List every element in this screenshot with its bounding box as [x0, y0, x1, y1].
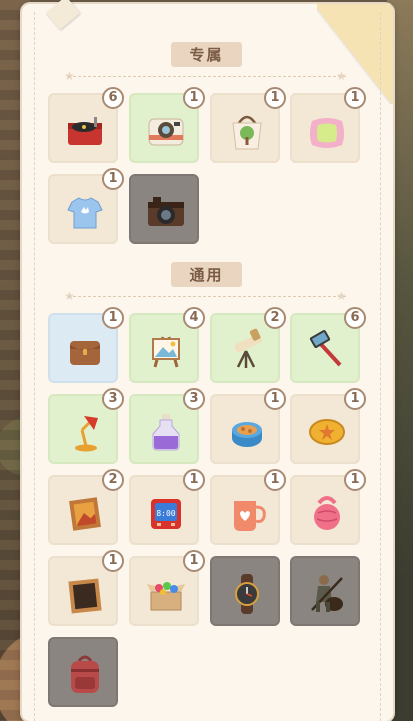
item-slot-backpack[interactable]: [48, 637, 118, 707]
item-slot-heart-mug[interactable]: 1: [210, 469, 286, 545]
item-count-badge: 1: [344, 469, 366, 491]
easel-icon: [152, 336, 180, 368]
section-title-exclusive: 专属: [0, 42, 413, 67]
section-divider: [68, 296, 346, 297]
item-count-badge: 3: [102, 388, 124, 410]
wristwatch-icon: [235, 574, 259, 614]
backpack-icon: [71, 655, 99, 693]
pillow-icon: [310, 118, 344, 148]
item-slot-instant-camera[interactable]: 1: [129, 87, 205, 163]
item-slot-tote-bag[interactable]: 1: [210, 87, 286, 163]
tote-bag-icon: [232, 115, 262, 150]
cookie-tin-icon: [232, 422, 262, 447]
item-slot-kettlebell[interactable]: 1: [290, 469, 366, 545]
instant-camera-icon: [148, 118, 184, 146]
leather-pouch-icon: [70, 341, 100, 365]
star-icon: ★: [336, 69, 347, 83]
item-count-badge: 3: [183, 388, 205, 410]
section-label: 专属: [171, 42, 242, 67]
desk-lamp-icon: [75, 416, 98, 452]
item-count-badge: 1: [344, 87, 366, 109]
item-count-badge: 1: [102, 307, 124, 329]
item-count-badge: 1: [183, 550, 205, 572]
coin-icon: [309, 419, 345, 445]
item-slot-candy-box[interactable]: 1: [129, 550, 205, 626]
chalkboard-icon: [68, 578, 102, 614]
section-title-general: 通用: [0, 262, 413, 287]
item-slot-digital-clock[interactable]: 8:00 1: [129, 469, 205, 545]
heart-mug-icon: [234, 501, 266, 531]
item-count-badge: 1: [183, 469, 205, 491]
item-slot-selfie-stick[interactable]: 6: [290, 307, 366, 383]
item-slot-pillow[interactable]: 1: [290, 87, 366, 163]
item-slot-leather-pouch[interactable]: 1: [48, 307, 124, 383]
item-count-badge: 2: [264, 307, 286, 329]
item-slot-record-player[interactable]: 6: [48, 87, 124, 163]
item-slot-vintage-camera[interactable]: [129, 174, 199, 244]
item-count-badge: 1: [102, 168, 124, 190]
item-slot-easel[interactable]: 4: [129, 307, 205, 383]
item-count-badge: 1: [344, 388, 366, 410]
item-slot-t-shirt[interactable]: 1: [48, 168, 124, 244]
potion-bottle-icon: [152, 414, 180, 451]
item-slot-telescope[interactable]: 2: [210, 307, 286, 383]
selfie-stick-icon: [309, 330, 342, 367]
item-count-badge: 1: [264, 87, 286, 109]
item-count-badge: 1: [264, 388, 286, 410]
item-slot-wristwatch[interactable]: [210, 556, 280, 626]
section-label: 通用: [171, 262, 242, 287]
item-slot-guitar-figure[interactable]: [290, 556, 360, 626]
item-count-badge: 6: [102, 87, 124, 109]
star-icon: ★: [336, 289, 347, 303]
item-count-badge: 4: [183, 307, 205, 329]
item-slot-chalkboard[interactable]: 1: [48, 550, 124, 626]
item-slot-picture-frame[interactable]: 2: [48, 469, 124, 545]
kettlebell-icon: [314, 496, 340, 530]
item-count-badge: 6: [344, 307, 366, 329]
svg-text:8:00: 8:00: [156, 509, 175, 518]
candy-box-icon: [147, 582, 185, 611]
item-slot-cookie-tin[interactable]: 1: [210, 388, 286, 464]
item-slot-coin[interactable]: 1: [290, 388, 366, 464]
section-divider: [68, 76, 346, 77]
item-slot-desk-lamp[interactable]: 3: [48, 388, 124, 464]
telescope-icon: [234, 328, 262, 368]
item-count-badge: 1: [264, 469, 286, 491]
item-count-badge: 1: [183, 87, 205, 109]
item-count-badge: 1: [102, 550, 124, 572]
item-slot-potion-bottle[interactable]: 3: [129, 388, 205, 464]
item-count-badge: 2: [102, 469, 124, 491]
vintage-camera-icon: [148, 197, 184, 226]
digital-clock-icon: 8:00: [151, 499, 181, 529]
picture-frame-icon: [69, 497, 101, 531]
guitar-figure-icon: [311, 575, 343, 612]
record-player-icon: [68, 117, 102, 145]
t-shirt-icon: [67, 197, 103, 229]
